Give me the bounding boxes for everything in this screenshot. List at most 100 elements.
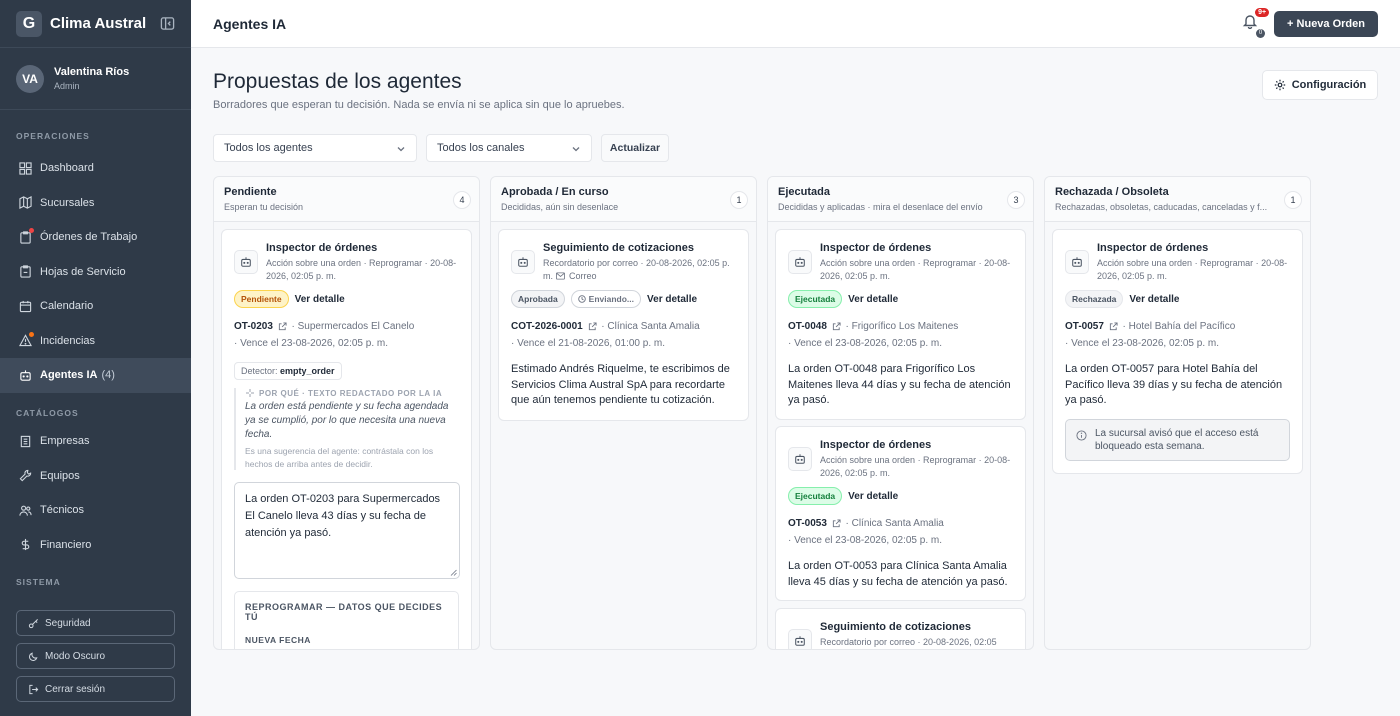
- client-name: · Hotel Bahía del Pacífico: [1122, 321, 1236, 332]
- map-icon: [18, 196, 32, 210]
- proposal-card[interactable]: Inspector de órdenes Acción sobre una or…: [1052, 229, 1303, 474]
- order-code-link[interactable]: OT-0203: [234, 321, 273, 332]
- chevron-down-icon: [572, 147, 580, 152]
- column-title: Aprobada / En curso: [501, 186, 609, 198]
- clipboard-icon: [18, 265, 32, 279]
- message-preview: La orden OT-0048 para Frigorífico Los Ma…: [788, 363, 1011, 406]
- detector-label: Detector:: [241, 366, 278, 376]
- warning-icon: [18, 331, 34, 348]
- external-link-icon[interactable]: [832, 519, 841, 528]
- sidebar-item-financiero[interactable]: Financiero: [0, 528, 191, 563]
- column-rechazada: Rechazada / Obsoleta Rechazadas, obsolet…: [1044, 176, 1311, 650]
- draft-message-textarea[interactable]: La orden OT-0203 para Supermercados El C…: [234, 482, 460, 579]
- users-icon: [18, 503, 32, 517]
- logout-icon: [27, 683, 39, 695]
- external-link-icon[interactable]: [1109, 322, 1118, 331]
- new-order-button[interactable]: + Nueva Orden: [1274, 10, 1378, 37]
- view-detail-link[interactable]: Ver detalle: [1129, 294, 1179, 305]
- configuration-label: Configuración: [1291, 79, 1367, 91]
- user-profile[interactable]: VA Valentina Ríos Admin: [0, 48, 191, 110]
- sidebar-item-label: Calendario: [40, 300, 94, 313]
- bot-icon: [234, 250, 258, 274]
- agent-filter-select[interactable]: Todos los agentes: [213, 134, 417, 162]
- column-subtitle: Esperan tu decisión: [224, 202, 304, 212]
- order-code-link[interactable]: OT-0048: [788, 321, 827, 332]
- sidebar-item-sucursales[interactable]: Sucursales: [0, 186, 191, 221]
- proposal-card[interactable]: Seguimiento de cotizaciones Recordatorio…: [775, 608, 1026, 649]
- bot-icon: [788, 447, 812, 471]
- sidebar-item-ordenes[interactable]: Órdenes de Trabajo: [0, 220, 191, 255]
- external-link-icon[interactable]: [832, 322, 841, 331]
- proposal-card[interactable]: Inspector de órdenes Acción sobre una or…: [221, 229, 472, 649]
- view-detail-link[interactable]: Ver detalle: [647, 294, 697, 305]
- security-label: Seguridad: [45, 617, 91, 629]
- card-meta: Recordatorio por correo · 20-08-2026, 02…: [820, 637, 997, 647]
- status-badge: Ejecutada: [788, 487, 843, 505]
- dashboard-icon: [18, 161, 32, 175]
- channel-filter-value: Todos los canales: [437, 142, 525, 154]
- sidebar-item-label: Equipos: [40, 469, 80, 482]
- sidebar-item-agentes-ia[interactable]: Agentes IA (4): [0, 358, 191, 393]
- sidebar-item-hojas-servicio[interactable]: Hojas de Servicio: [0, 255, 191, 290]
- due-date: · Vence el 23-08-2026, 02:05 p. m.: [234, 338, 388, 349]
- section-title-sistema: SISTEMA: [16, 577, 61, 587]
- proposal-card[interactable]: Inspector de órdenes Acción sobre una or…: [775, 229, 1026, 420]
- card-title: Inspector de órdenes: [820, 242, 932, 254]
- quote-code-link[interactable]: COT-2026-0001: [511, 321, 583, 332]
- column-pendiente: Pendiente Esperan tu decisión 4 Inspecto…: [213, 176, 480, 650]
- sidebar-item-empresas[interactable]: Empresas: [0, 424, 191, 459]
- refresh-button[interactable]: Actualizar: [601, 134, 669, 162]
- notification-dot: [29, 331, 34, 337]
- avatar: VA: [16, 64, 44, 93]
- card-title: Seguimiento de cotizaciones: [543, 242, 694, 254]
- notifications-button[interactable]: 9+ 0: [1240, 7, 1270, 38]
- ai-reason-text: La orden está pendiente y su fecha agend…: [245, 401, 449, 440]
- card-title: Seguimiento de cotizaciones: [820, 621, 971, 633]
- order-code-link[interactable]: OT-0057: [1065, 321, 1104, 332]
- sidebar-collapse-icon[interactable]: [159, 16, 175, 32]
- column-title: Ejecutada: [778, 186, 830, 198]
- column-ejecutada: Ejecutada Decididas y aplicadas · mira e…: [767, 176, 1034, 650]
- column-header: Pendiente Esperan tu decisión 4: [214, 177, 479, 222]
- sidebar-item-tecnicos[interactable]: Técnicos: [0, 493, 191, 528]
- page-title: Propuestas de los agentes: [213, 70, 462, 93]
- bot-icon: [1065, 250, 1089, 274]
- sidebar: G Clima Austral VA Valentina Ríos Admin …: [0, 0, 191, 716]
- resize-handle-icon[interactable]: [450, 569, 457, 576]
- external-link-icon[interactable]: [588, 322, 597, 331]
- card-meta: Acción sobre una orden · Reprogramar · 2…: [820, 455, 1011, 478]
- due-date: · Vence el 23-08-2026, 02:05 p. m.: [1065, 338, 1219, 349]
- view-detail-link[interactable]: Ver detalle: [295, 294, 345, 305]
- client-name: · Clínica Santa Amalia: [601, 321, 700, 332]
- view-detail-link[interactable]: Ver detalle: [848, 294, 898, 305]
- sending-badge: Enviando...: [570, 290, 642, 308]
- view-detail-link[interactable]: Ver detalle: [848, 491, 898, 502]
- reschedule-panel: REPROGRAMAR — DATOS QUE DECIDES TÚ NUEVA…: [234, 591, 459, 649]
- channel-filter-select[interactable]: Todos los canales: [426, 134, 592, 162]
- brand-name: Clima Austral: [50, 15, 147, 32]
- sidebar-item-label: Órdenes de Trabajo: [40, 231, 138, 244]
- column-subtitle: Decididas, aún sin desenlace: [501, 202, 619, 212]
- sidebar-item-incidencias[interactable]: Incidencias: [0, 324, 191, 359]
- card-meta: Acción sobre una orden · Reprogramar · 2…: [266, 258, 457, 281]
- topbar-title: Agentes IA: [213, 15, 287, 32]
- topbar: Agentes IA 9+ 0 + Nueva Orden: [191, 0, 1400, 48]
- sidebar-item-label: Agentes IA: [40, 369, 98, 382]
- external-link-icon[interactable]: [278, 322, 287, 331]
- ai-reason-heading: POR QUÉ · TEXTO REDACTADO POR LA IA: [259, 388, 443, 398]
- order-code-link[interactable]: OT-0053: [788, 518, 827, 529]
- configuration-button[interactable]: Configuración: [1262, 70, 1378, 100]
- detector-tag: Detector: empty_order: [234, 362, 342, 380]
- proposal-card[interactable]: Seguimiento de cotizaciones Recordatorio…: [498, 229, 749, 421]
- dark-mode-button[interactable]: Modo Oscuro: [16, 643, 175, 669]
- due-date: · Vence el 21-08-2026, 01:00 p. m.: [511, 338, 665, 349]
- proposal-card[interactable]: Inspector de órdenes Acción sobre una or…: [775, 426, 1026, 601]
- logout-button[interactable]: Cerrar sesión: [16, 676, 175, 702]
- sidebar-item-equipos[interactable]: Equipos: [0, 459, 191, 494]
- gear-icon: [1274, 79, 1286, 91]
- sidebar-item-calendario[interactable]: Calendario: [0, 289, 191, 324]
- status-badge: Rechazada: [1065, 290, 1124, 308]
- sidebar-item-dashboard[interactable]: Dashboard: [0, 151, 191, 186]
- security-button[interactable]: Seguridad: [16, 610, 175, 636]
- key-icon: [27, 617, 39, 629]
